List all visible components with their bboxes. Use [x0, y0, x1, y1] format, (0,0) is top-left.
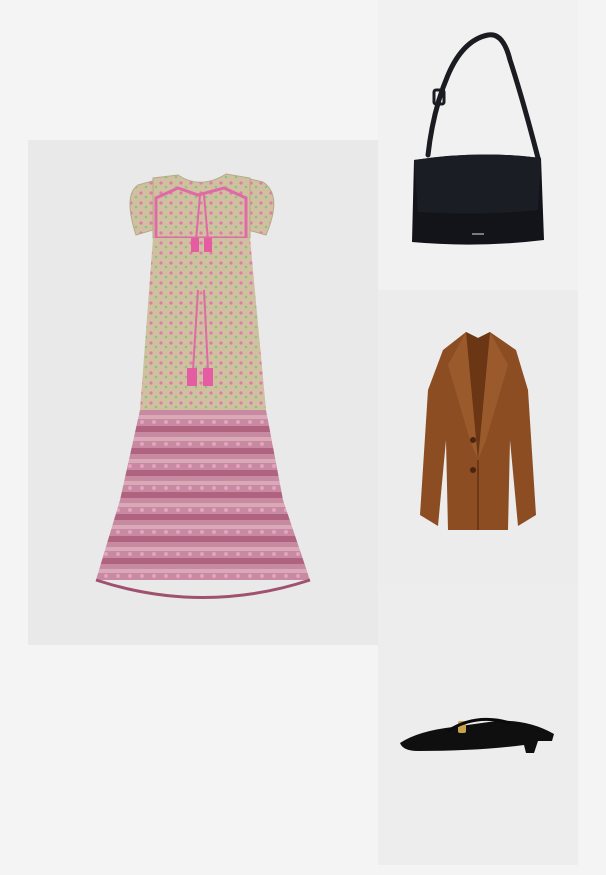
mule-image[interactable]: [378, 585, 578, 865]
handbag-illustration: [412, 32, 544, 245]
dress-illustration: [95, 173, 311, 599]
bag-image[interactable]: [378, 0, 578, 290]
mule-illustration: [400, 717, 554, 753]
dress-image[interactable]: [28, 140, 378, 645]
blazer-illustration: [420, 332, 536, 530]
blazer-image[interactable]: [378, 290, 578, 585]
